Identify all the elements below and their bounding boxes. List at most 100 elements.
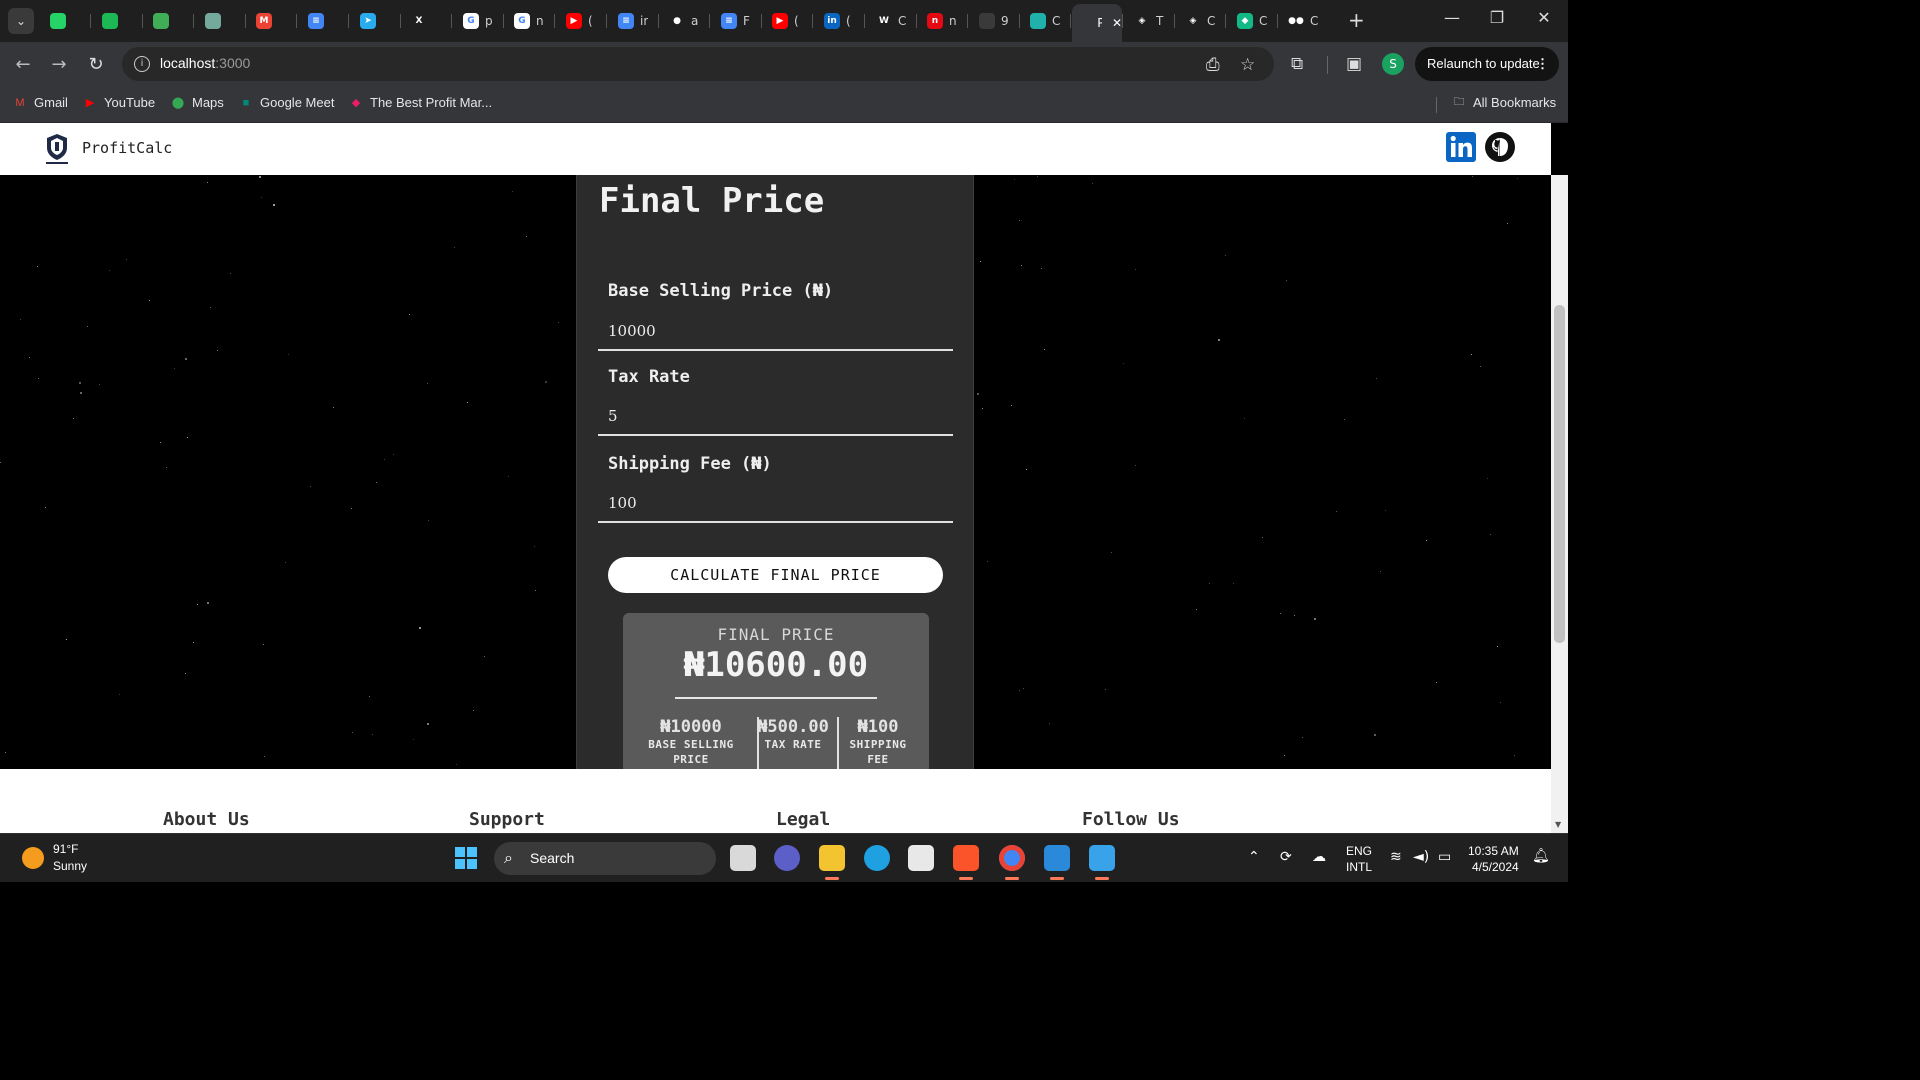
sun-icon[interactable]	[22, 847, 44, 869]
address-bar[interactable]: i localhost:3000 ⎙ ☆	[122, 47, 1274, 81]
restore-button[interactable]: ❐	[1477, 8, 1517, 27]
bookmark-star-icon[interactable]: ☆	[1240, 55, 1255, 75]
bookmark-item[interactable]: ◆ The Best Profit Mar...	[348, 95, 492, 110]
edge-icon[interactable]	[864, 845, 890, 871]
close-tab-icon[interactable]: ✕	[1112, 16, 1122, 30]
forward-button[interactable]: →	[46, 52, 72, 78]
calculate-final-price-button[interactable]: CALCULATE FINAL PRICE	[608, 557, 943, 593]
chevron-down-icon: ⌄	[15, 14, 27, 28]
weather-widget[interactable]: 91°F Sunny	[53, 841, 87, 875]
new-tab-button[interactable]: +	[1348, 9, 1365, 31]
browser-tab[interactable]: P ✕	[1072, 4, 1122, 42]
brave-icon[interactable]	[953, 845, 979, 880]
browser-tab[interactable]: ≡	[298, 6, 346, 36]
extensions-icon[interactable]: ⧉	[1291, 54, 1303, 74]
bookmark-item[interactable]: ■ Google Meet	[238, 95, 335, 110]
browser-tab[interactable]: in (	[814, 6, 862, 36]
tab-separator	[348, 14, 349, 28]
task-view-icon[interactable]	[730, 845, 756, 871]
browser-tab[interactable]: ≡ F	[711, 6, 759, 36]
browser-tab[interactable]: M	[246, 6, 294, 36]
windows-start-icon[interactable]	[455, 847, 477, 869]
reload-button[interactable]: ↻	[83, 52, 109, 78]
file-explorer-icon[interactable]	[819, 845, 845, 880]
browser-tab[interactable]: Gn	[504, 6, 552, 36]
close-window-button[interactable]: ✕	[1524, 8, 1564, 27]
browser-tab[interactable]: ◈ C	[1175, 6, 1223, 36]
browser-tab[interactable]: ≡ ir	[608, 6, 656, 36]
youtube-icon: ▶	[566, 13, 582, 29]
bookmarks-divider	[1436, 97, 1437, 113]
taskbar-search[interactable]: ⌕ Search	[494, 842, 716, 875]
browser-tab[interactable]: ● a	[659, 6, 707, 36]
relaunch-button[interactable]: Relaunch to update ⋮	[1415, 47, 1559, 81]
site-logo[interactable]	[44, 132, 70, 166]
browser-tab[interactable]: nn	[917, 6, 965, 36]
sync-icon[interactable]: ⟳	[1280, 849, 1292, 865]
base-price-input[interactable]	[598, 313, 953, 351]
star	[1019, 220, 1020, 221]
star	[73, 418, 74, 419]
onedrive-icon[interactable]: ☁	[1312, 849, 1326, 865]
browser-tab[interactable]: Gp	[453, 6, 501, 36]
browser-tab[interactable]: C	[1020, 6, 1068, 36]
linkedin-icon[interactable]	[1446, 132, 1476, 162]
github-icon[interactable]	[1485, 132, 1515, 162]
browser-tab[interactable]: ➤	[350, 6, 398, 36]
star	[1507, 223, 1508, 224]
browser-tab[interactable]: ▶(	[762, 6, 810, 36]
url-text[interactable]: localhost:3000	[160, 55, 250, 71]
maps-icon: ⬤	[171, 97, 185, 109]
browser-tab[interactable]: WC	[866, 6, 914, 36]
scroll-down-icon[interactable]: ▼	[1555, 820, 1561, 829]
chevron-up-icon[interactable]: ⌃	[1248, 849, 1260, 865]
battery-icon[interactable]: ▭	[1438, 849, 1451, 865]
chrome-icon[interactable]	[999, 845, 1025, 880]
browser-tab[interactable]: ◈ T	[1124, 6, 1172, 36]
browser-tab[interactable]: 9	[969, 6, 1017, 36]
bookmarks-bar: M Gmail ▶ YouTube ⬤ Maps ■ Google Meet ◆ The Best…	[0, 87, 1568, 123]
all-bookmarks-button[interactable]: 🗀 All Bookmarks	[1451, 95, 1557, 110]
page-scrollbar[interactable]: ▼	[1551, 175, 1568, 833]
shipping-fee-input[interactable]	[598, 485, 953, 523]
minimize-button[interactable]: —	[1432, 8, 1472, 27]
star	[535, 590, 536, 591]
star	[1517, 178, 1518, 179]
gmail-icon: M	[15, 96, 25, 109]
browser-tab[interactable]	[195, 6, 243, 36]
browser-tab[interactable]	[143, 6, 191, 36]
star	[484, 656, 485, 657]
google-icon: G	[463, 13, 479, 29]
browser-tab[interactable]: ◆ C	[1227, 6, 1275, 36]
paint-icon[interactable]	[1089, 845, 1115, 880]
brand-name[interactable]: ProfitCalc	[82, 139, 172, 157]
star	[1500, 702, 1501, 703]
site-info-icon[interactable]: i	[134, 56, 150, 72]
bookmark-item[interactable]: M Gmail	[12, 95, 68, 110]
notification-bell-icon[interactable]: 🔔︎	[1532, 848, 1550, 864]
volume-icon[interactable]: ◄)	[1413, 849, 1429, 865]
browser-tab[interactable]: ●● C	[1278, 6, 1326, 36]
tax-rate-input[interactable]	[598, 398, 953, 436]
browser-tab[interactable]: X	[401, 6, 449, 36]
browser-tab[interactable]	[92, 6, 140, 36]
star	[5, 752, 6, 753]
browser-tab[interactable]	[40, 6, 88, 36]
bookmark-item[interactable]: ⬤ Maps	[170, 95, 224, 110]
input-language[interactable]: ENG INTL	[1346, 843, 1372, 875]
star	[29, 357, 30, 358]
teams-icon[interactable]	[774, 845, 800, 871]
star	[526, 236, 527, 237]
install-app-icon[interactable]: ⎙	[1206, 55, 1220, 75]
system-clock[interactable]: 10:35 AM 4/5/2024	[1468, 843, 1519, 875]
tab-search-button[interactable]: ⌄	[8, 8, 34, 34]
vscode-icon[interactable]	[1044, 845, 1070, 880]
back-button[interactable]: ←	[10, 52, 36, 78]
browser-tab[interactable]: ▶(	[556, 6, 604, 36]
wifi-icon[interactable]: ≋	[1390, 849, 1402, 865]
profile-avatar[interactable]: S	[1382, 53, 1404, 75]
bookmark-item[interactable]: ▶ YouTube	[82, 95, 155, 110]
microsoft-store-icon[interactable]	[908, 845, 934, 871]
side-panel-icon[interactable]: ▣	[1346, 54, 1362, 74]
scrollbar-thumb[interactable]	[1554, 305, 1565, 643]
